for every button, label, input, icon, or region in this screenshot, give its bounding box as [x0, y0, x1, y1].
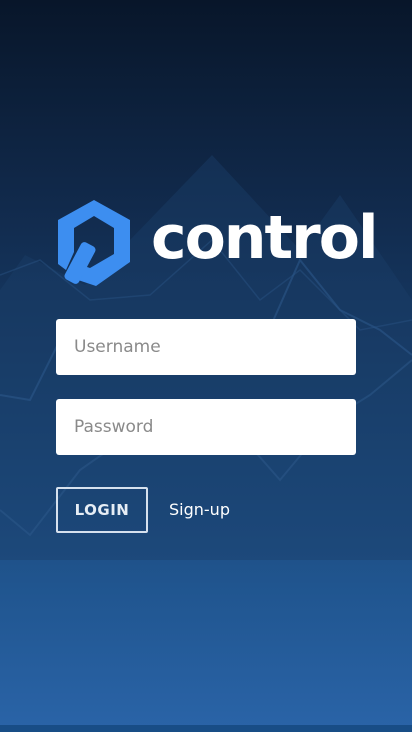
login-button[interactable]: LOGIN — [56, 487, 148, 533]
brand-logo: control — [56, 198, 379, 292]
password-input[interactable] — [56, 399, 356, 455]
bottom-bar — [0, 725, 412, 732]
hexagon-key-icon — [58, 200, 130, 286]
brand-name: control — [151, 203, 379, 273]
signup-link[interactable]: Sign-up — [169, 499, 230, 521]
username-input[interactable] — [56, 319, 356, 375]
